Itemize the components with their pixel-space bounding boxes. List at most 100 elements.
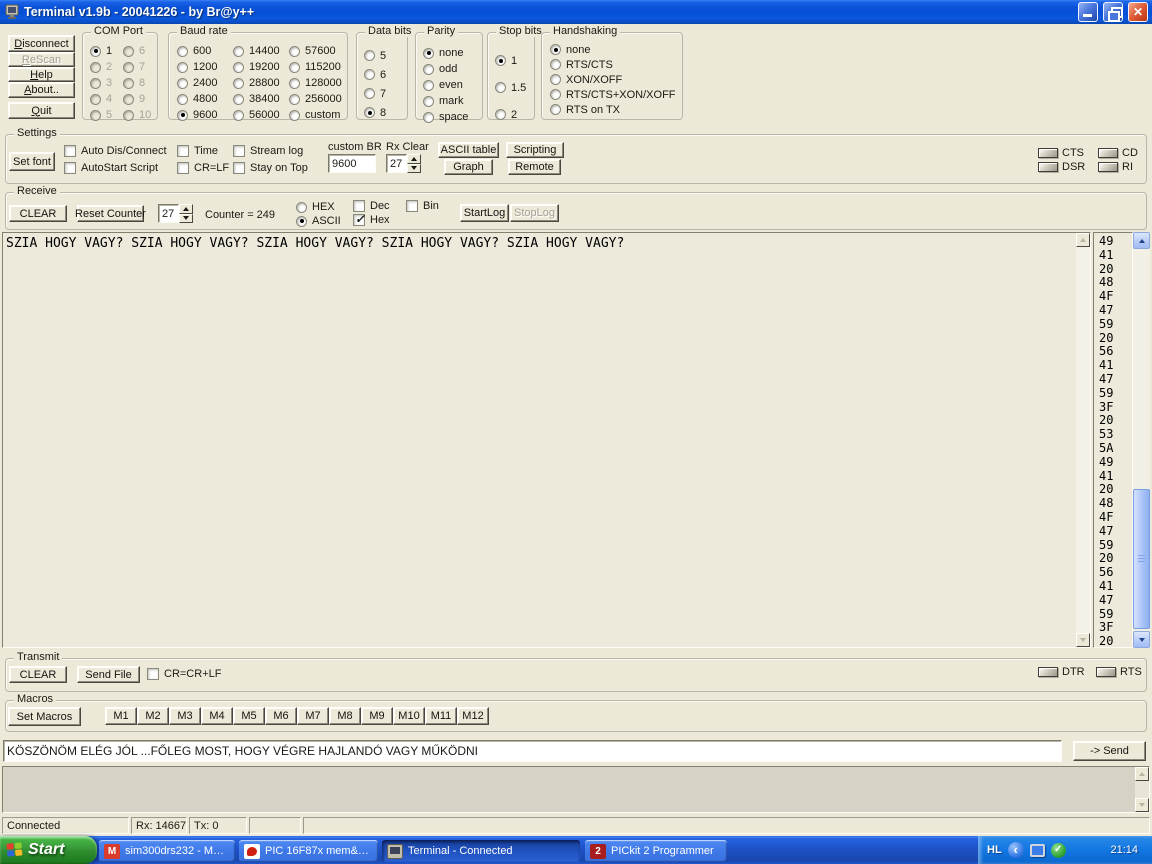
scripting-button[interactable]: Scripting: [506, 142, 564, 158]
receive-clear-button[interactable]: CLEAR: [9, 205, 67, 222]
radio-baud-9600[interactable]: 9600: [177, 107, 217, 123]
start-button[interactable]: Start: [0, 836, 97, 864]
transmit-log-scrollbar[interactable]: [1135, 767, 1149, 812]
transmit-log[interactable]: [2, 766, 1150, 813]
radio-parity-space[interactable]: space: [423, 109, 468, 125]
receive-scrollbar[interactable]: [1076, 233, 1090, 647]
bin-checkbox[interactable]: Bin: [406, 200, 439, 212]
radio-databits-7[interactable]: 7: [364, 84, 386, 103]
radio-baud-128000[interactable]: 128000: [289, 75, 342, 91]
macro-button-m7[interactable]: M7: [297, 707, 329, 725]
radio-handshake-rts-on-tx[interactable]: RTS on TX: [550, 102, 676, 117]
custom-br-input[interactable]: 9600: [328, 154, 376, 173]
restore-button[interactable]: [1103, 2, 1123, 22]
reset-counter-button[interactable]: Reset Counter: [75, 205, 146, 222]
help-button[interactable]: Help: [8, 67, 75, 82]
language-indicator[interactable]: HL: [987, 844, 1002, 856]
radio-baud-38400[interactable]: 38400: [233, 91, 280, 107]
radio-stopbits-1-5[interactable]: 1.5: [495, 74, 526, 101]
dec-checkbox[interactable]: Dec: [353, 200, 390, 212]
set-macros-button[interactable]: Set Macros: [8, 707, 81, 726]
radio-stopbits-1[interactable]: 1: [495, 47, 526, 74]
minimize-button[interactable]: [1078, 2, 1098, 22]
radio-baud-4800[interactable]: 4800: [177, 91, 217, 107]
hide-icons-chevron-icon[interactable]: [1007, 841, 1024, 858]
crlf-checkbox[interactable]: CR=LF: [177, 162, 229, 174]
radio-baud-19200[interactable]: 19200: [233, 59, 280, 75]
scroll-down-button[interactable]: [1133, 631, 1150, 648]
macro-button-m6[interactable]: M6: [265, 707, 297, 725]
macro-button-m11[interactable]: M11: [425, 707, 457, 725]
startlog-button[interactable]: StartLog: [460, 204, 509, 222]
macro-button-m8[interactable]: M8: [329, 707, 361, 725]
cr-crlf-checkbox[interactable]: CR=CR+LF: [147, 668, 221, 680]
radio-baud-1200[interactable]: 1200: [177, 59, 217, 75]
stay-on-top-checkbox[interactable]: Stay on Top: [233, 162, 308, 174]
ascii-table-button[interactable]: ASCII table: [438, 142, 499, 158]
rx-clear-spinner[interactable]: 27: [386, 154, 421, 173]
radio-baud-custom[interactable]: custom: [289, 107, 342, 123]
time-checkbox[interactable]: Time: [177, 145, 218, 157]
radio-handshake-rtscts[interactable]: RTS/CTS: [550, 57, 676, 72]
spin-down-button[interactable]: [179, 213, 193, 223]
graph-button[interactable]: Graph: [444, 159, 493, 175]
radio-handshake-none[interactable]: none: [550, 42, 676, 57]
taskbar-item-pdf[interactable]: PIC 16F87x mem&UA...: [239, 840, 378, 862]
taskbar-item-terminal[interactable]: Terminal - Connected: [382, 840, 580, 862]
status-ok-tray-icon[interactable]: [1050, 842, 1066, 858]
scroll-up-button[interactable]: [1133, 232, 1150, 249]
radio-stopbits-2[interactable]: 2: [495, 101, 526, 128]
radio-com-1[interactable]: 1: [90, 43, 112, 59]
spin-up-button[interactable]: [179, 204, 193, 214]
radio-parity-odd[interactable]: odd: [423, 61, 468, 77]
set-font-button[interactable]: Set font: [9, 152, 55, 171]
hex-checkbox[interactable]: Hex: [353, 212, 390, 226]
macro-button-m10[interactable]: M10: [393, 707, 425, 725]
macro-button-m9[interactable]: M9: [361, 707, 393, 725]
quit-button[interactable]: Quit: [8, 102, 75, 119]
macro-button-m2[interactable]: M2: [137, 707, 169, 725]
radio-parity-none[interactable]: none: [423, 45, 468, 61]
auto-connect-checkbox[interactable]: Auto Dis/Connect: [64, 145, 167, 157]
radio-handshake-both[interactable]: RTS/CTS+XON/XOFF: [550, 87, 676, 102]
radio-databits-6[interactable]: 6: [364, 65, 386, 84]
macro-button-m3[interactable]: M3: [169, 707, 201, 725]
remote-button[interactable]: Remote: [508, 159, 561, 175]
radio-baud-600[interactable]: 600: [177, 43, 217, 59]
radio-view-ascii[interactable]: ASCII: [296, 213, 341, 229]
macro-button-m5[interactable]: M5: [233, 707, 265, 725]
transmit-input[interactable]: KÖSZÖNÖM ELÉG JÓL ...FŐLEG MOST, HOGY VÉ…: [3, 740, 1062, 762]
radio-databits-8[interactable]: 8: [364, 103, 386, 122]
display-tray-icon[interactable]: [1029, 843, 1045, 857]
radio-baud-56000[interactable]: 56000: [233, 107, 280, 123]
close-button[interactable]: [1128, 2, 1148, 22]
rx-view-spinner[interactable]: 27: [158, 204, 193, 223]
radio-baud-28800[interactable]: 28800: [233, 75, 280, 91]
scroll-thumb[interactable]: [1133, 489, 1150, 629]
disconnect-button[interactable]: Disconnect: [8, 35, 75, 52]
hex-scrollbar[interactable]: [1133, 232, 1150, 648]
radio-baud-2400[interactable]: 2400: [177, 75, 217, 91]
radio-parity-mark[interactable]: mark: [423, 93, 468, 109]
taskbar-item-pickit[interactable]: PICkit 2 Programmer: [585, 840, 727, 862]
macro-button-m1[interactable]: M1: [105, 707, 137, 725]
radio-baud-57600[interactable]: 57600: [289, 43, 342, 59]
radio-handshake-xonxoff[interactable]: XON/XOFF: [550, 72, 676, 87]
stream-log-checkbox[interactable]: Stream log: [233, 145, 303, 157]
spin-down-button[interactable]: [407, 163, 421, 173]
spin-up-button[interactable]: [407, 154, 421, 164]
transmit-clear-button[interactable]: CLEAR: [9, 666, 67, 683]
clock[interactable]: 21:14: [1110, 844, 1138, 856]
about-button[interactable]: About..: [8, 82, 75, 98]
radio-parity-even[interactable]: even: [423, 77, 468, 93]
radio-databits-5[interactable]: 5: [364, 46, 386, 65]
radio-baud-115200[interactable]: 115200: [289, 59, 342, 75]
radio-baud-256000[interactable]: 256000: [289, 91, 342, 107]
macro-button-m12[interactable]: M12: [457, 707, 489, 725]
receive-terminal[interactable]: SZIA HOGY VAGY? SZIA HOGY VAGY? SZIA HOG…: [2, 232, 1091, 648]
send-button[interactable]: -> Send: [1073, 741, 1146, 761]
send-file-button[interactable]: Send File: [77, 666, 140, 683]
taskbar-item-mplab[interactable]: sim300drs232 - MPLA...: [99, 840, 235, 862]
autostart-script-checkbox[interactable]: AutoStart Script: [64, 162, 158, 174]
radio-baud-14400[interactable]: 14400: [233, 43, 280, 59]
